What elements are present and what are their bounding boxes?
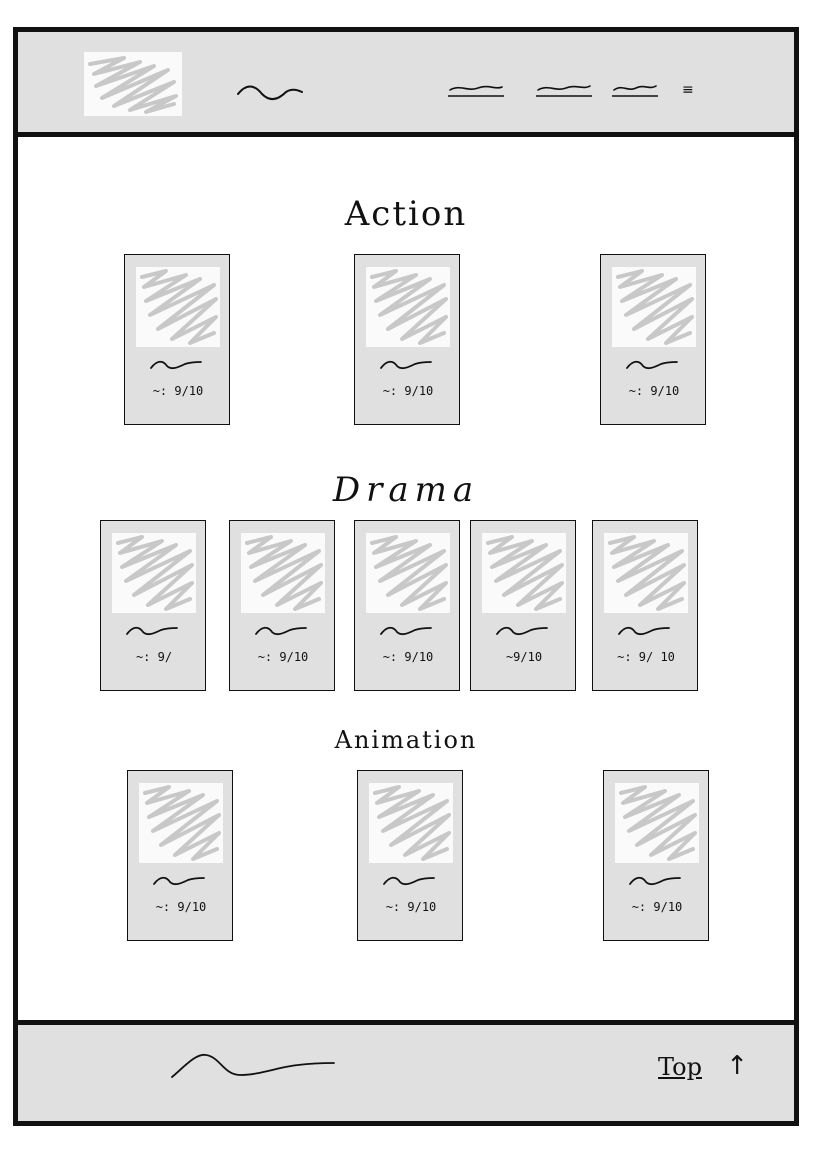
back-to-top-link[interactable]: Top [658,1053,702,1081]
movie-rating: ~: 9/10 [385,900,437,914]
footer-text-squiggle [171,1054,335,1078]
menu-icon[interactable]: ≡ [682,82,694,98]
movie-card[interactable]: ~9/10 [470,520,576,691]
movie-card[interactable]: ~: 9/10 [603,770,709,941]
movie-title-squiggle [382,872,436,888]
movie-card[interactable]: ~: 9/10 [354,520,460,691]
movie-rating: ~: 9/10 [382,650,434,664]
movie-title-squiggle [379,356,433,372]
movie-rating: ~: 9/10 [628,384,680,398]
movie-rating: ~: 9/ 10 [617,650,675,664]
section-title-drama: Drama [332,470,480,510]
movie-card[interactable]: ~: 9/10 [229,520,335,691]
poster-image-placeholder [369,783,453,863]
poster-image-placeholder [241,533,325,613]
header-bar: ≡ [18,32,794,137]
movie-title-squiggle [628,872,682,888]
movie-card[interactable]: ~: 9/ [100,520,206,691]
movie-rating: ~9/10 [505,650,543,664]
nav-link-1[interactable] [446,78,506,102]
movie-rating: ~: 9/10 [257,650,309,664]
poster-image-placeholder [136,267,220,347]
movie-title-squiggle [152,872,206,888]
movie-rating: ~: 9/10 [382,384,434,398]
movie-card[interactable]: ~: 9/ 10 [592,520,698,691]
poster-image-placeholder [612,267,696,347]
poster-image-placeholder [112,533,196,613]
movie-title-squiggle [379,622,433,638]
site-title-squiggle [237,85,303,100]
movie-title-squiggle [617,622,671,638]
movie-card[interactable]: ~: 9/10 [357,770,463,941]
up-arrow-icon[interactable]: ↑ [726,1051,748,1081]
poster-image-placeholder [366,267,450,347]
poster-image-placeholder [615,783,699,863]
movie-card[interactable]: ~: 9/10 [354,254,460,425]
poster-image-placeholder [366,533,450,613]
movie-title-squiggle [495,622,549,638]
movie-title-squiggle [254,622,308,638]
nav-link-2[interactable] [534,78,594,102]
movie-card[interactable]: ~: 9/10 [124,254,230,425]
section-title-action: Action [344,194,468,234]
movie-title-squiggle [625,356,679,372]
page-frame: ≡ Action Drama Animation ~: 9/10 ~: 9/10 ~… [13,27,799,1126]
movie-title-squiggle [125,622,179,638]
movie-rating: ~: 9/ [135,650,173,664]
nav-link-3[interactable] [610,78,660,102]
footer-bar: Top ↑ [18,1020,794,1121]
poster-image-placeholder [139,783,223,863]
movie-title-squiggle [149,356,203,372]
movie-rating: ~: 9/10 [631,900,683,914]
section-title-animation: Animation [334,726,478,754]
movie-rating: ~: 9/10 [155,900,207,914]
movie-rating: ~: 9/10 [152,384,204,398]
poster-image-placeholder [604,533,688,613]
movie-card[interactable]: ~: 9/10 [127,770,233,941]
logo-icon[interactable] [84,52,182,116]
movie-card[interactable]: ~: 9/10 [600,254,706,425]
poster-image-placeholder [482,533,566,613]
